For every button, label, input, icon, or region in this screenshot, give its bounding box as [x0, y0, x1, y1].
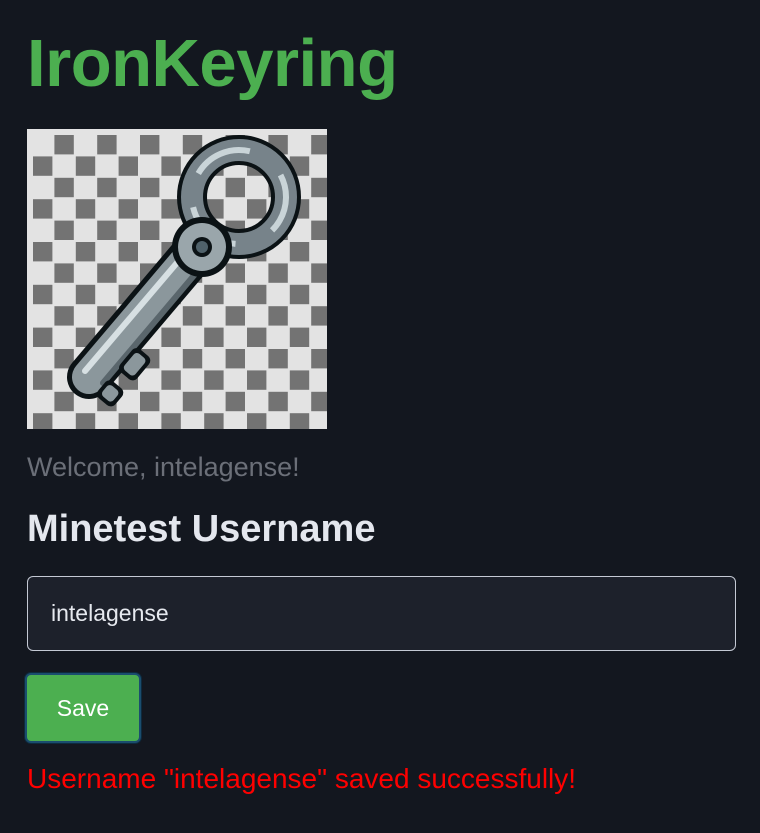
checker-square [182, 349, 203, 369]
checker-square [311, 135, 327, 155]
checker-square [311, 263, 327, 283]
checker-square [311, 220, 327, 240]
checker-square [311, 349, 327, 369]
app-title: IronKeyring [27, 26, 398, 101]
checker-square [33, 327, 53, 347]
checker-square [289, 242, 310, 262]
checker-square [289, 413, 310, 429]
checker-square [289, 327, 310, 347]
checker-square [161, 327, 181, 347]
checker-square [33, 199, 53, 219]
checker-square [311, 177, 327, 198]
checker-square [54, 135, 74, 155]
key-head-hole-inner [196, 241, 208, 253]
checker-square [97, 135, 117, 155]
checker-square [289, 370, 310, 390]
checker-square [247, 284, 267, 305]
checker-square [247, 327, 267, 347]
save-button[interactable]: Save [25, 673, 141, 743]
checker-square [97, 220, 117, 240]
welcome-text: Welcome, intelagense! [27, 452, 300, 482]
checker-square [33, 156, 53, 176]
checker-square [33, 413, 53, 429]
minetest-username-heading: Minetest Username [27, 508, 376, 550]
checker-square [33, 242, 53, 262]
checker-square [268, 306, 288, 326]
checker-square [54, 220, 74, 240]
iron-key-logo-icon [27, 129, 327, 429]
checker-square [268, 391, 288, 412]
checker-square [33, 284, 53, 305]
checker-square [54, 177, 74, 198]
checker-square [204, 284, 224, 305]
checker-square [75, 284, 96, 305]
checker-square [311, 391, 327, 412]
checker-square [75, 242, 96, 262]
checker-square [225, 391, 245, 412]
checker-square [54, 306, 74, 326]
checker-square [97, 263, 117, 283]
checker-square [75, 199, 96, 219]
checker-square [204, 413, 224, 429]
checker-square [75, 413, 96, 429]
checker-square [54, 263, 74, 283]
checker-square [182, 306, 203, 326]
username-input[interactable] [27, 576, 736, 651]
checker-square [140, 177, 160, 198]
checker-square [204, 327, 224, 347]
checker-square [118, 199, 138, 219]
checker-square [140, 391, 160, 412]
checker-square [247, 413, 267, 429]
checker-square [161, 156, 181, 176]
checker-square [140, 220, 160, 240]
checker-square [247, 199, 267, 219]
checker-square [54, 391, 74, 412]
checker-square [225, 306, 245, 326]
checker-square [118, 156, 138, 176]
checker-square [225, 349, 245, 369]
checker-square [268, 263, 288, 283]
checker-square [247, 370, 267, 390]
checker-square [268, 349, 288, 369]
checker-square [75, 156, 96, 176]
checker-square [118, 413, 138, 429]
checker-square [140, 135, 160, 155]
checker-square [161, 413, 181, 429]
checker-square [225, 263, 245, 283]
checker-square [225, 177, 245, 198]
checker-square [97, 177, 117, 198]
success-message: Username "intelagense" saved successfull… [27, 763, 577, 794]
checker-square [182, 391, 203, 412]
checker-square [204, 370, 224, 390]
checker-square [118, 242, 138, 262]
checker-square [161, 370, 181, 390]
checker-square [33, 370, 53, 390]
checker-square [311, 306, 327, 326]
checker-square [289, 284, 310, 305]
